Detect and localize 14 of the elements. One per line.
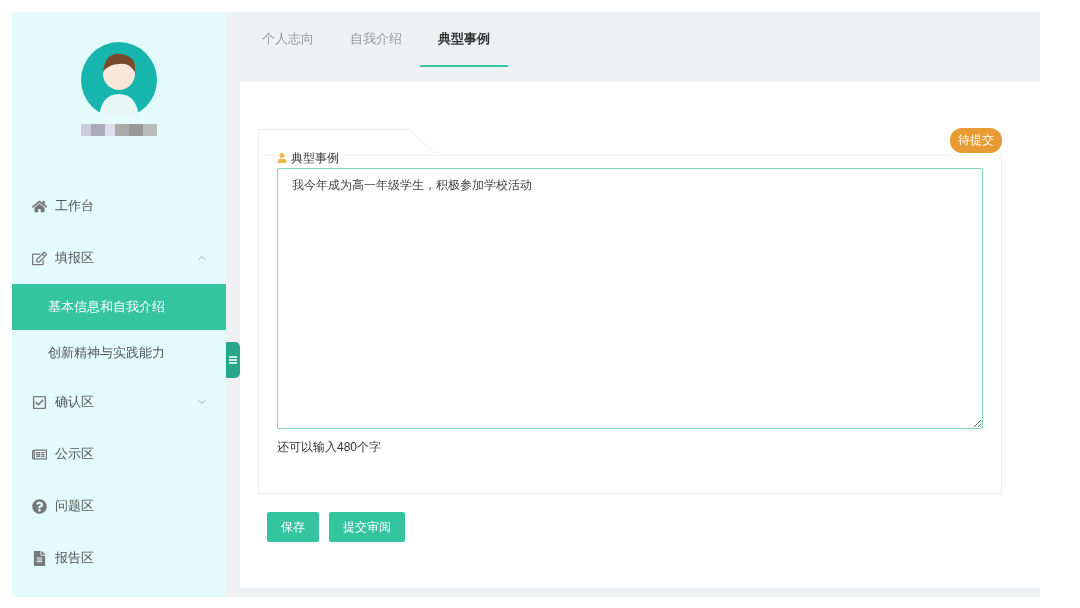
collapse-handle[interactable] bbox=[226, 342, 240, 378]
text-area[interactable]: 我今年成为高一年级学生，积极参加学校活动 bbox=[277, 168, 983, 429]
sidebar-item[interactable]: 确认区 bbox=[12, 376, 226, 428]
sidebar-item[interactable]: 工作台 bbox=[12, 180, 226, 232]
card-title: 典型事例 bbox=[291, 149, 339, 167]
user-icon bbox=[277, 153, 287, 163]
sidebar-item[interactable]: 公示区 bbox=[12, 428, 226, 480]
sidebar-item[interactable]: 填报区 bbox=[12, 232, 226, 284]
tab[interactable]: 典型事例 bbox=[420, 12, 508, 67]
submenu-item[interactable]: 创新精神与实践能力 bbox=[12, 330, 226, 376]
char-counter: 还可以输入480个字 bbox=[277, 439, 383, 456]
status-badge: 待提交 bbox=[950, 128, 1002, 153]
sidebar-item[interactable]: 问题区 bbox=[12, 480, 226, 532]
sidebar-item[interactable]: 报告区 bbox=[12, 532, 226, 584]
